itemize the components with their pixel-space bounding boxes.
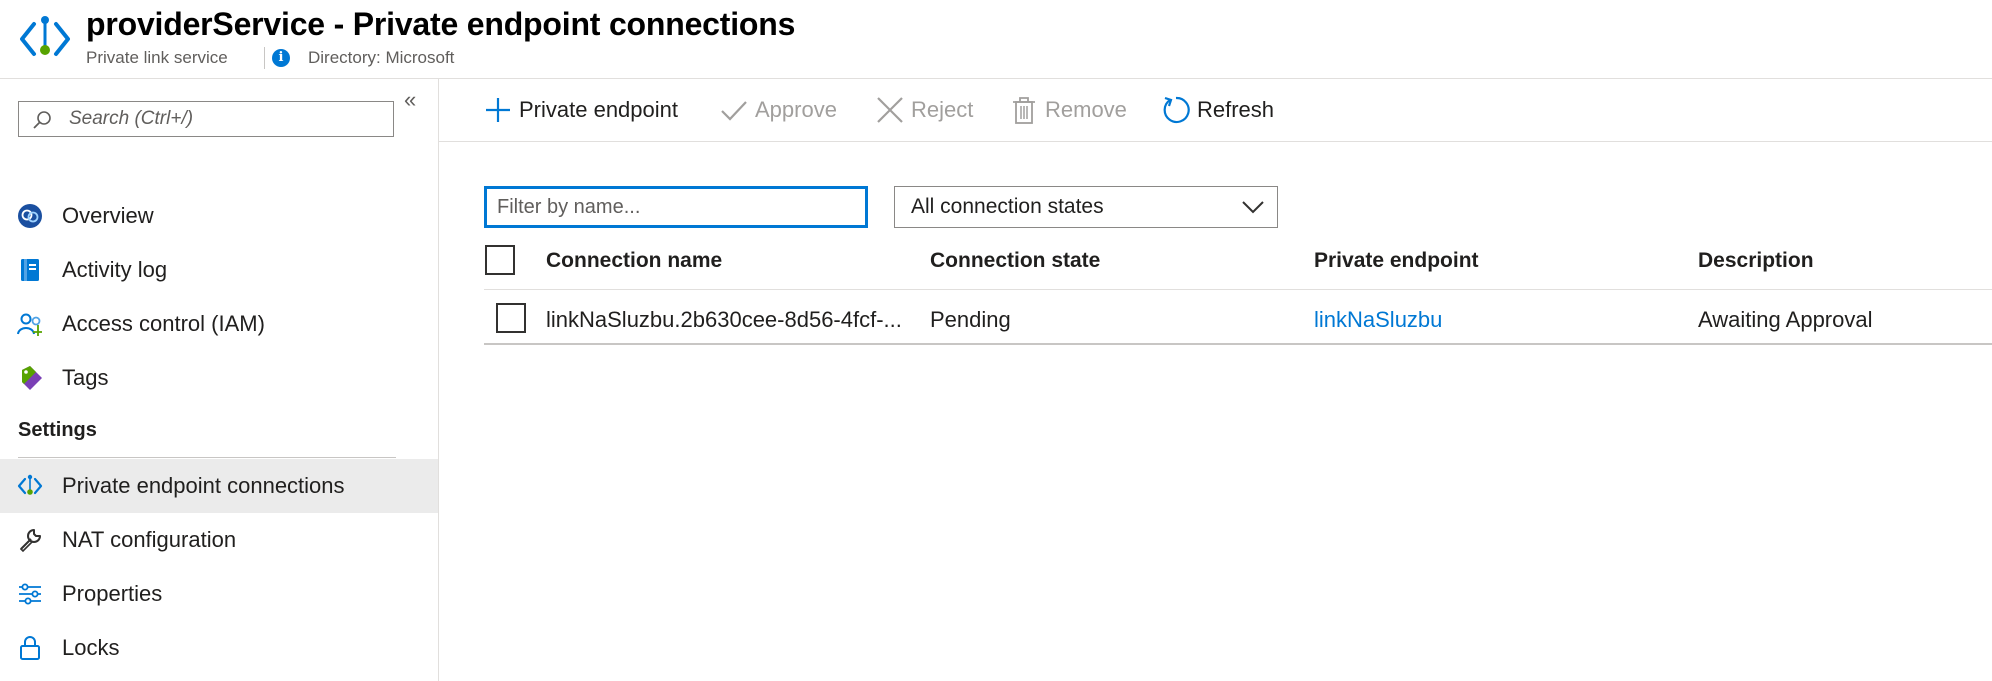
- cell-connection-state: Pending: [930, 307, 1011, 332]
- row-checkbox[interactable]: [496, 303, 526, 333]
- search-input[interactable]: [69, 102, 379, 136]
- checkmark-icon: [721, 101, 747, 121]
- plus-icon: [486, 98, 510, 122]
- sidebar-item-label: Activity log: [62, 257, 168, 282]
- overview-icon: [18, 204, 42, 228]
- private-link-service-icon: [20, 16, 70, 56]
- column-header-private-endpoint[interactable]: Private endpoint: [1314, 249, 1479, 273]
- chevron-down-icon: [1242, 201, 1264, 214]
- column-header-connection-name[interactable]: Connection name: [546, 249, 722, 273]
- activity-log-icon: [21, 259, 39, 281]
- sidebar-item-activity-log[interactable]: Activity log: [0, 243, 438, 297]
- collapse-sidebar-icon[interactable]: «: [404, 89, 416, 111]
- refresh-icon: [1163, 96, 1190, 124]
- sidebar-item-label: NAT configuration: [62, 527, 237, 552]
- sidebar-item-label: Properties: [62, 581, 163, 606]
- search-box[interactable]: [18, 101, 394, 137]
- wrench-icon: [19, 529, 41, 553]
- sidebar-item-private-endpoint-connections[interactable]: Private endpoint connections: [0, 459, 438, 513]
- approve-label: Approve: [755, 97, 837, 122]
- sidebar-item-label: Locks: [62, 635, 120, 660]
- add-private-endpoint-button[interactable]: Private endpoint: [483, 93, 693, 127]
- sidebar-item-overview[interactable]: Overview: [0, 189, 438, 243]
- table-row-divider: [484, 343, 1992, 345]
- select-all-checkbox[interactable]: [485, 245, 515, 275]
- sidebar-item-label: Private endpoint connections: [62, 473, 345, 498]
- table-header-divider: [484, 289, 1992, 290]
- sidebar: « Overview Activity log Access control (…: [0, 79, 439, 681]
- directory-label: Directory: Microsoft: [308, 48, 455, 67]
- sidebar-item-locks[interactable]: Locks: [0, 621, 438, 675]
- sliders-icon: [19, 583, 41, 605]
- column-header-connection-state[interactable]: Connection state: [930, 249, 1100, 273]
- info-icon[interactable]: i: [272, 49, 290, 67]
- cell-connection-name: linkNaSluzbu.2b630cee-8d56-4fcf-...: [546, 307, 902, 332]
- sidebar-item-label: Tags: [62, 365, 109, 390]
- blade-header: providerService - Private endpoint conne…: [0, 0, 1992, 79]
- lock-icon: [20, 636, 40, 660]
- approve-button[interactable]: Approve: [719, 93, 849, 127]
- reject-label: Reject: [911, 97, 974, 122]
- trash-icon: [1013, 97, 1035, 124]
- access-control-icon: [17, 313, 42, 336]
- private-endpoint-link[interactable]: linkNaSluzbu: [1314, 307, 1442, 333]
- search-icon: [33, 111, 51, 129]
- sidebar-item-nat-configuration[interactable]: NAT configuration: [0, 513, 438, 567]
- tag-icon: [22, 366, 42, 390]
- sidebar-item-label: Overview: [62, 203, 154, 228]
- settings-section-heading: Settings: [18, 419, 97, 441]
- cell-description: Awaiting Approval: [1698, 307, 1873, 332]
- sidebar-item-tags[interactable]: Tags: [0, 351, 438, 405]
- refresh-label: Refresh: [1197, 97, 1275, 122]
- add-private-endpoint-label: Private endpoint: [519, 97, 678, 122]
- page-title: providerService - Private endpoint conne…: [86, 6, 796, 42]
- settings-divider: [18, 457, 396, 458]
- close-icon: [877, 97, 903, 123]
- column-header-description[interactable]: Description: [1698, 249, 1814, 273]
- connection-state-dropdown[interactable]: All connection states: [894, 186, 1278, 228]
- remove-button[interactable]: Remove: [1009, 93, 1139, 127]
- connection-state-value: All connection states: [911, 195, 1104, 218]
- sidebar-item-label: Access control (IAM): [62, 311, 265, 336]
- command-bar: Private endpoint Approve Reject Remove R…: [439, 79, 1992, 142]
- private-link-icon: [17, 474, 43, 495]
- header-divider: [264, 47, 265, 69]
- resource-type-label: Private link service: [86, 48, 228, 67]
- sidebar-item-properties[interactable]: Properties: [0, 567, 438, 621]
- filter-by-name-input[interactable]: [497, 191, 857, 223]
- reject-button[interactable]: Reject: [875, 93, 985, 127]
- sidebar-item-access-control[interactable]: Access control (IAM): [0, 297, 438, 351]
- remove-label: Remove: [1045, 97, 1127, 122]
- filter-box[interactable]: [484, 186, 868, 228]
- refresh-button[interactable]: Refresh: [1161, 93, 1281, 127]
